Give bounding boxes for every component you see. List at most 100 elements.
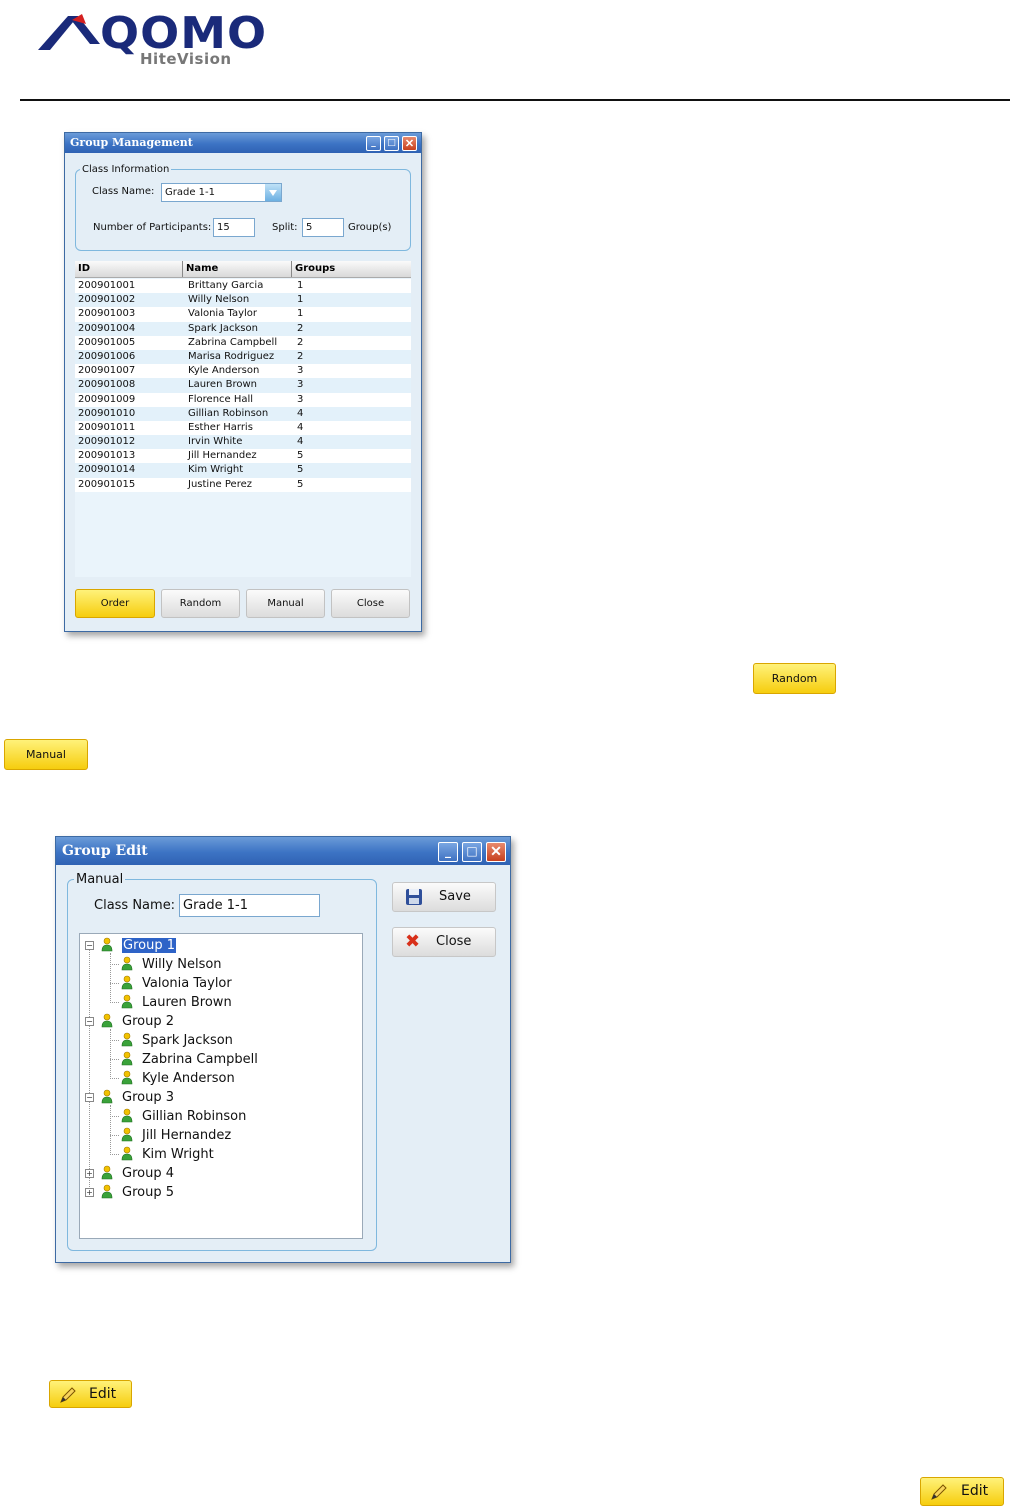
collapse-icon[interactable]: − (85, 1017, 94, 1026)
window-close-button[interactable]: ✕ (486, 842, 506, 862)
maximize-icon: □ (387, 138, 396, 148)
tree-member-node[interactable]: Jill Hernandez (120, 1126, 231, 1145)
tree-group-node[interactable]: Group 1 (100, 936, 176, 955)
cell-id: 200901012 (78, 436, 136, 448)
column-header-groups[interactable]: Groups (291, 261, 411, 277)
participants-input[interactable]: 15 (213, 218, 255, 237)
tree-connector (110, 1040, 119, 1041)
manual-button-standalone[interactable]: Manual (4, 739, 88, 770)
tree-member-node[interactable]: Zabrina Campbell (120, 1050, 258, 1069)
cell-name: Lauren Brown (188, 379, 257, 391)
group-tree[interactable]: − Group 1 Willy Nelson Valonia Taylor Lauren… (79, 933, 363, 1239)
table-row[interactable]: 200901009 Florence Hall 3 (75, 392, 411, 407)
tree-group-node[interactable]: Group 4 (100, 1164, 174, 1183)
table-header: ID Name Groups (75, 261, 411, 278)
random-button[interactable]: Random (161, 589, 240, 618)
column-header-id[interactable]: ID (75, 261, 182, 277)
cell-id: 200901003 (78, 308, 136, 320)
cell-name: Valonia Taylor (188, 308, 258, 320)
minimize-button[interactable]: _ (438, 842, 458, 862)
table-row[interactable]: 200901006 Marisa Rodriguez 2 (75, 349, 411, 365)
cell-id: 200901015 (78, 478, 136, 490)
manual-button[interactable]: Manual (246, 589, 325, 618)
tree-member-node[interactable]: Spark Jackson (120, 1031, 233, 1050)
tree-member-node[interactable]: Gillian Robinson (120, 1107, 246, 1126)
tree-member-node[interactable]: Lauren Brown (120, 993, 232, 1012)
table-row[interactable]: 200901012 Irvin White 4 (75, 435, 411, 450)
maximize-icon: □ (466, 844, 478, 858)
group-edit-titlebar[interactable]: Group Edit _ □ ✕ (56, 837, 510, 865)
maximize-button[interactable]: □ (462, 842, 482, 862)
tree-connector (89, 950, 90, 1189)
person-icon (120, 1032, 134, 1047)
qomo-logo: QOMO HiteVision (38, 7, 278, 72)
cell-id: 200901001 (78, 280, 136, 291)
table-row[interactable]: 200901007 Kyle Anderson 3 (75, 364, 411, 379)
chevron-down-icon[interactable] (265, 184, 281, 201)
class-name-field[interactable]: Grade 1-1 (179, 894, 320, 917)
group-icon (100, 937, 114, 952)
table-row[interactable]: 200901003 Valonia Taylor 1 (75, 307, 411, 322)
member-label: Gillian Robinson (142, 1109, 247, 1124)
table-row[interactable]: 200901010 Gillian Robinson 4 (75, 406, 411, 421)
cell-id: 200901008 (78, 379, 136, 391)
class-information-legend: Class Information (80, 164, 172, 175)
window-title: Group Management (70, 136, 193, 149)
save-button[interactable]: Save (392, 882, 496, 912)
column-header-name[interactable]: Name (182, 261, 291, 277)
tree-group-node[interactable]: Group 3 (100, 1088, 174, 1107)
table-row[interactable]: 200901008 Lauren Brown 3 (75, 378, 411, 393)
cell-name: Zabrina Campbell (188, 336, 278, 348)
cell-name: Esther Harris (188, 421, 253, 433)
class-name-dropdown[interactable]: Grade 1-1 (161, 183, 282, 202)
table-row[interactable]: 200901014 Kim Wright 5 (75, 463, 411, 478)
close-icon: ✕ (490, 844, 502, 860)
random-button-standalone[interactable]: Random (753, 663, 836, 694)
person-icon (120, 1127, 134, 1142)
group-icon (100, 1013, 114, 1028)
order-button[interactable]: Order (75, 589, 155, 618)
split-input[interactable]: 5 (302, 218, 344, 237)
cell-id: 200901005 (78, 336, 136, 348)
member-label: Zabrina Campbell (142, 1052, 258, 1067)
expand-icon[interactable]: + (85, 1188, 94, 1197)
tree-member-node[interactable]: Willy Nelson (120, 955, 222, 974)
edit-button[interactable]: Edit (49, 1380, 132, 1408)
group-label: Group 4 (122, 1166, 174, 1181)
group-edit-window: Group Edit _ □ ✕ Manual Class Name: Grad… (55, 836, 511, 1263)
cell-name: Kim Wright (188, 464, 244, 476)
cell-group: 2 (297, 336, 304, 348)
table-row[interactable]: 200901004 Spark Jackson 2 (75, 321, 411, 336)
cell-group: 1 (297, 294, 304, 306)
tree-group-node[interactable]: Group 5 (100, 1183, 174, 1202)
tree-member-node[interactable]: Kim Wright (120, 1145, 214, 1164)
table-row[interactable]: 200901011 Esther Harris 4 (75, 420, 411, 436)
member-label: Willy Nelson (142, 957, 222, 972)
table-row[interactable]: 200901013 Jill Hernandez 5 (75, 449, 411, 464)
group-management-titlebar[interactable]: Group Management _ □ ✕ (65, 133, 421, 153)
table-row[interactable]: 200901005 Zabrina Campbell 2 (75, 335, 411, 350)
table-row[interactable]: 200901001 Brittany Garcia 1 (75, 279, 411, 294)
person-icon (120, 1051, 134, 1066)
tree-member-node[interactable]: Kyle Anderson (120, 1069, 235, 1088)
collapse-icon[interactable]: − (85, 941, 94, 950)
close-button[interactable]: ✖ Close (392, 927, 496, 957)
close-button[interactable]: Close (331, 589, 410, 618)
tree-group-node[interactable]: Group 2 (100, 1012, 174, 1031)
tree-connector (110, 1029, 111, 1077)
tree-connector (110, 1154, 119, 1155)
person-icon (120, 994, 134, 1009)
expand-icon[interactable]: + (85, 1169, 94, 1178)
minimize-button[interactable]: _ (366, 136, 381, 151)
tree-member-node[interactable]: Valonia Taylor (120, 974, 232, 993)
table-row[interactable]: 200901002 Willy Nelson 1 (75, 293, 411, 308)
person-icon (120, 1108, 134, 1123)
table-row[interactable]: 200901015 Justine Perez 5 (75, 477, 411, 492)
edit-button[interactable]: Edit (920, 1477, 1004, 1506)
cell-id: 200901009 (78, 393, 136, 405)
group-label: Group 2 (122, 1014, 174, 1029)
window-title: Group Edit (62, 843, 148, 859)
maximize-button[interactable]: □ (384, 136, 399, 151)
collapse-icon[interactable]: − (85, 1093, 94, 1102)
window-close-button[interactable]: ✕ (402, 136, 417, 151)
